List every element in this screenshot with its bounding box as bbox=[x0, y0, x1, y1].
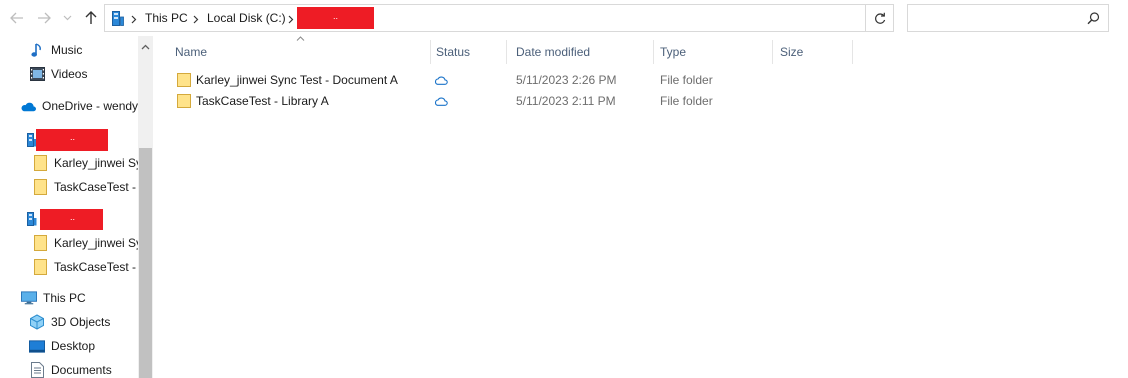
column-header-label: Type bbox=[660, 45, 687, 59]
folder-icon bbox=[32, 179, 48, 195]
search-input[interactable] bbox=[914, 9, 1074, 27]
file-name-cell: TaskCaseTest - Library A bbox=[177, 91, 329, 111]
folder-icon bbox=[177, 94, 191, 108]
folder-icon bbox=[32, 259, 48, 275]
arrow-left-icon bbox=[10, 12, 23, 24]
navigation-pane: Music Videos OneDrive - wendy .. Karley_… bbox=[0, 36, 153, 378]
sidebar-item-karley-folder[interactable]: Karley_jinwei Sync bbox=[32, 232, 153, 254]
breadcrumb-separator-icon bbox=[131, 13, 137, 27]
this-pc-icon bbox=[21, 290, 37, 306]
sidebar-item-label: OneDrive - wendy bbox=[42, 99, 139, 113]
desktop-icon bbox=[29, 338, 45, 354]
redacted-text: .. bbox=[333, 11, 339, 21]
column-header-size[interactable]: Size bbox=[770, 38, 853, 66]
breadcrumb-separator-icon bbox=[288, 13, 294, 27]
sidebar-item-site-1[interactable]: .. bbox=[24, 129, 108, 151]
videos-icon bbox=[29, 66, 45, 82]
file-row[interactable]: TaskCaseTest - Library A 5/11/2023 2:11 … bbox=[165, 91, 865, 111]
column-header-name[interactable]: Name bbox=[165, 38, 431, 66]
redacted-label: .. bbox=[40, 208, 103, 230]
file-type-cell: File folder bbox=[660, 94, 713, 108]
sidebar-item-label: TaskCaseTest - Li bbox=[54, 260, 149, 274]
sidebar-item-karley-folder[interactable]: Karley_jinwei Syn bbox=[32, 152, 149, 174]
refresh-button[interactable] bbox=[866, 4, 894, 32]
sidebar-item-label: TaskCaseTest - Li bbox=[54, 180, 149, 194]
sidebar-item-taskcasetest-folder[interactable]: TaskCaseTest - Li bbox=[32, 176, 149, 198]
navigation-bar: This PC Local Disk (C:) .. bbox=[0, 0, 1128, 36]
sidebar-item-label: Documents bbox=[51, 363, 112, 377]
file-status-cell bbox=[434, 91, 448, 111]
file-type-cell: File folder bbox=[660, 73, 713, 87]
cloud-status-icon bbox=[434, 97, 448, 106]
navigation-pane-scrollbar[interactable] bbox=[138, 36, 153, 378]
file-name: Karley_jinwei Sync Test - Document A bbox=[196, 73, 398, 87]
sharepoint-site-icon bbox=[24, 211, 40, 227]
column-headers: Name Status Date modified Type Size bbox=[165, 38, 865, 66]
chevron-down-icon bbox=[63, 15, 71, 21]
column-header-type[interactable]: Type bbox=[650, 38, 773, 66]
sidebar-item-3d-objects[interactable]: 3D Objects bbox=[29, 311, 110, 333]
sidebar-item-music[interactable]: Music bbox=[29, 39, 82, 61]
this-pc-icon bbox=[112, 11, 124, 29]
column-header-label: Size bbox=[780, 45, 804, 59]
column-header-label: Name bbox=[175, 45, 208, 59]
cloud-status-icon bbox=[434, 76, 448, 85]
folder-icon bbox=[32, 235, 48, 251]
redacted-label: .. bbox=[36, 129, 108, 151]
sidebar-item-taskcasetest-folder[interactable]: TaskCaseTest - Li bbox=[32, 256, 149, 278]
sidebar-item-site-2[interactable]: .. bbox=[24, 208, 103, 230]
up-button[interactable] bbox=[81, 8, 101, 28]
breadcrumb-this-pc[interactable]: This PC bbox=[145, 11, 188, 25]
redacted-text: .. bbox=[70, 211, 76, 222]
breadcrumb-current-folder[interactable]: .. bbox=[297, 7, 374, 29]
recent-locations-button[interactable] bbox=[60, 8, 74, 28]
breadcrumb-separator-icon bbox=[193, 13, 199, 27]
documents-icon bbox=[29, 362, 45, 378]
onedrive-cloud-icon bbox=[20, 98, 36, 114]
search-box[interactable] bbox=[907, 4, 1109, 32]
file-name-cell: Karley_jinwei Sync Test - Document A bbox=[177, 70, 398, 90]
column-header-label: Status bbox=[436, 45, 471, 59]
arrow-up-icon bbox=[85, 11, 97, 24]
music-icon bbox=[29, 42, 45, 58]
file-date-cell: 5/11/2023 2:11 PM bbox=[516, 94, 616, 108]
sidebar-item-label: Desktop bbox=[51, 339, 96, 353]
sidebar-item-onedrive[interactable]: OneDrive - wendy bbox=[20, 95, 138, 117]
file-row[interactable]: Karley_jinwei Sync Test - Document A 5/1… bbox=[165, 70, 865, 90]
sidebar-item-label: Karley_jinwei Syn bbox=[54, 156, 149, 170]
3d-objects-icon bbox=[29, 314, 45, 330]
scroll-up-button[interactable] bbox=[138, 40, 153, 54]
sidebar-item-desktop[interactable]: Desktop bbox=[29, 335, 95, 357]
redacted-text: .. bbox=[70, 132, 76, 142]
sidebar-item-label: 3D Objects bbox=[51, 315, 111, 329]
sidebar-item-label: Videos bbox=[51, 67, 88, 81]
breadcrumb-local-disk[interactable]: Local Disk (C:) bbox=[207, 11, 286, 25]
folder-icon bbox=[177, 73, 191, 87]
sidebar-item-label: Music bbox=[51, 43, 83, 57]
column-header-label: Date modified bbox=[516, 45, 591, 59]
back-button[interactable] bbox=[7, 8, 27, 28]
file-status-cell bbox=[434, 70, 448, 90]
forward-button[interactable] bbox=[34, 8, 54, 28]
file-date-cell: 5/11/2023 2:26 PM bbox=[516, 73, 617, 87]
scroll-thumb[interactable] bbox=[139, 148, 152, 378]
sidebar-item-this-pc[interactable]: This PC bbox=[21, 287, 86, 309]
sidebar-item-documents[interactable]: Documents bbox=[29, 359, 112, 378]
arrow-right-icon bbox=[38, 12, 51, 24]
file-name: TaskCaseTest - Library A bbox=[196, 94, 329, 108]
refresh-icon bbox=[874, 12, 885, 24]
column-header-date-modified[interactable]: Date modified bbox=[506, 38, 654, 66]
search-icon bbox=[1087, 12, 1100, 28]
folder-icon bbox=[32, 155, 48, 171]
chevron-up-icon bbox=[141, 44, 150, 50]
address-bar[interactable]: This PC Local Disk (C:) .. bbox=[104, 4, 954, 32]
column-header-status[interactable]: Status bbox=[426, 38, 507, 66]
sidebar-item-videos[interactable]: Videos bbox=[29, 63, 87, 85]
sidebar-item-label: This PC bbox=[43, 291, 86, 305]
